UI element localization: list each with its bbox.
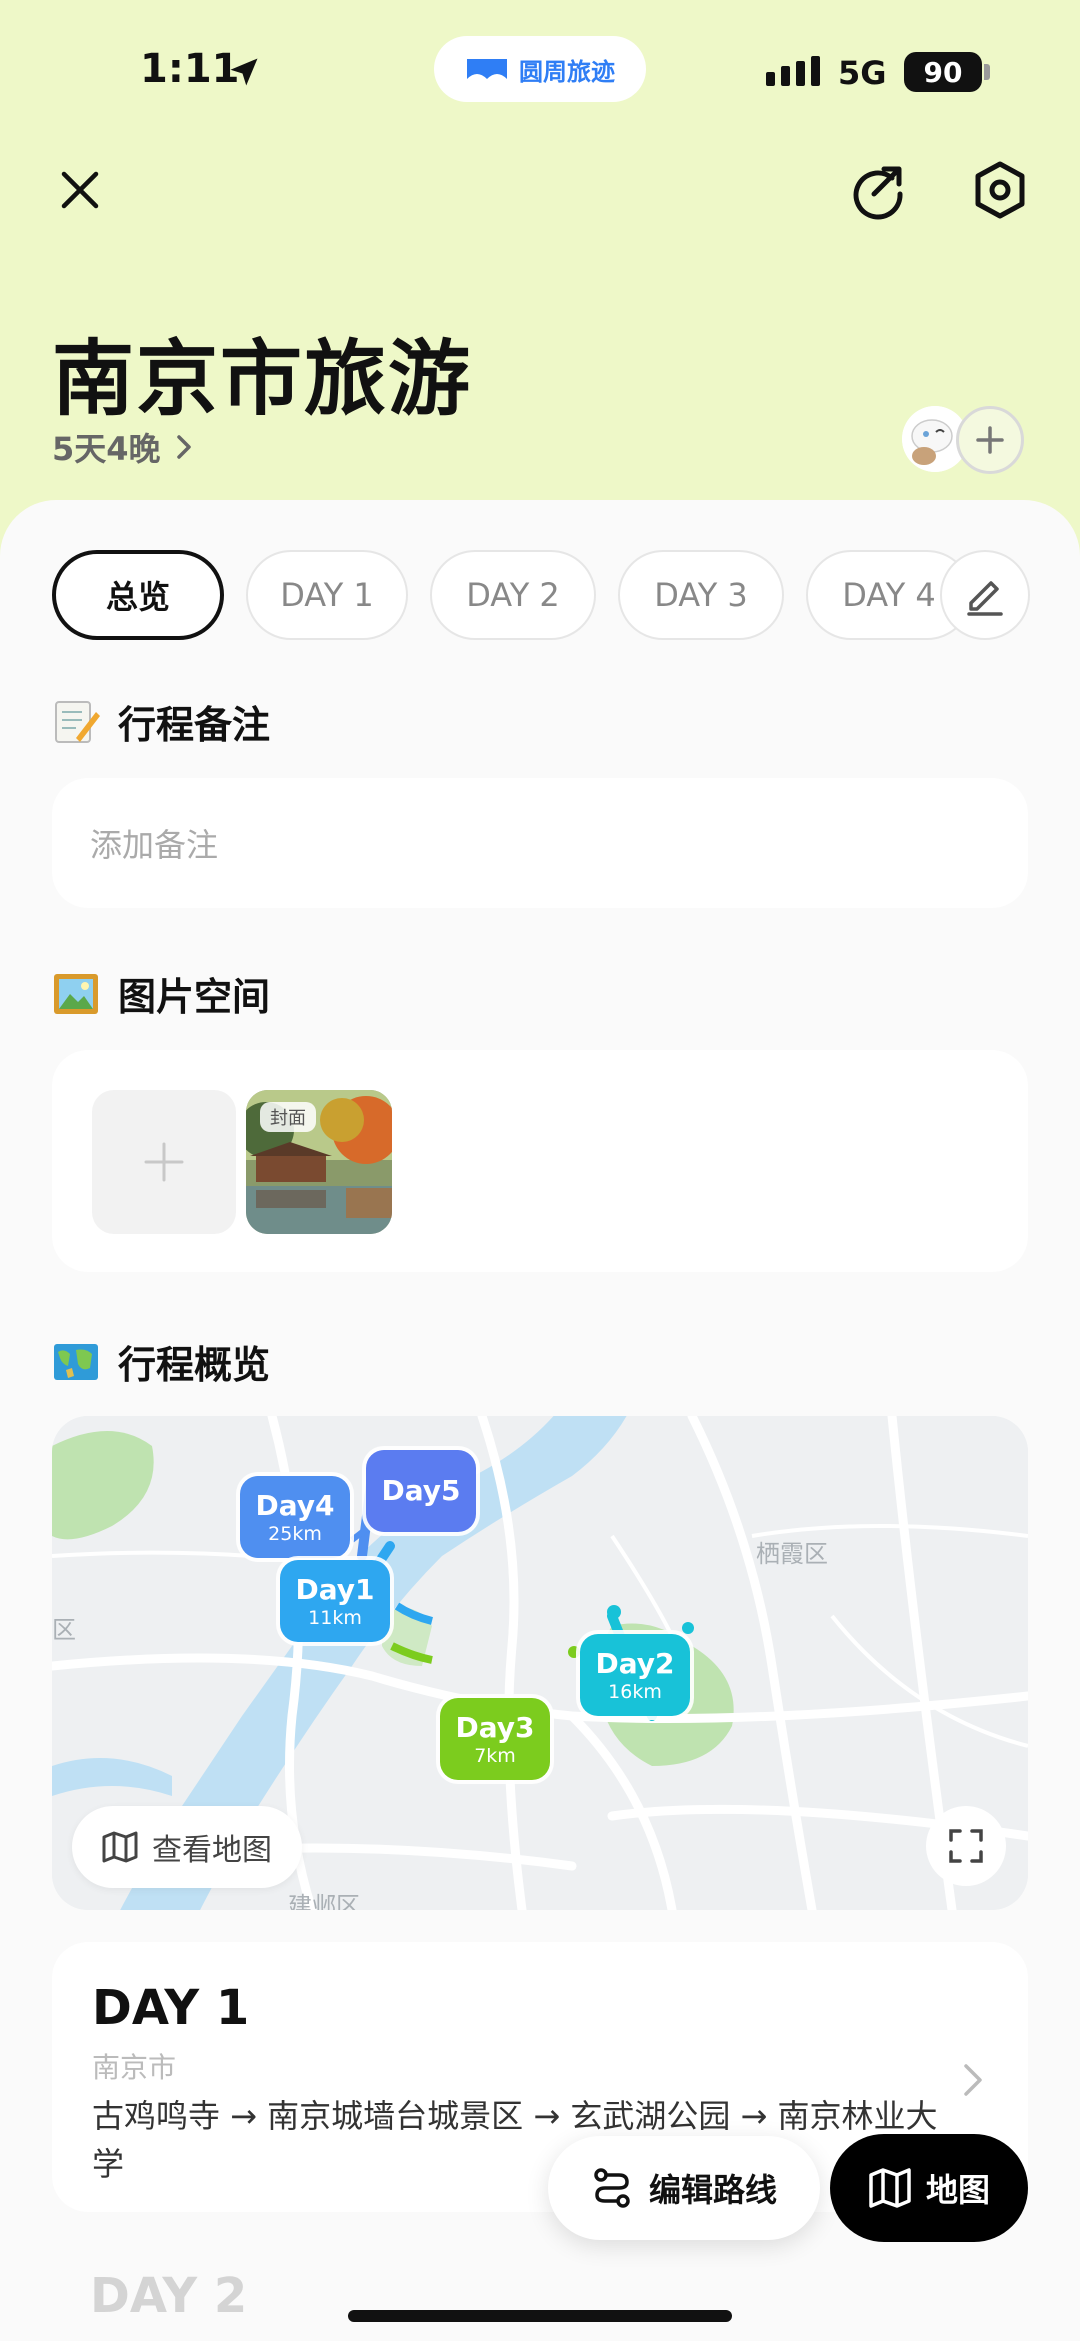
day4-marker-name: Day4	[255, 1489, 335, 1522]
next-day-title: DAY 2	[90, 2268, 248, 2324]
plus-icon	[144, 1142, 184, 1182]
cover-tag: 封面	[260, 1102, 316, 1132]
memo-icon	[55, 700, 100, 743]
map-label-district: 区	[52, 1616, 76, 1644]
duration-label: 5天4晚	[52, 430, 161, 468]
location-arrow-icon	[230, 58, 258, 86]
day3-marker-distance: 7km	[474, 1745, 516, 1767]
settings-button[interactable]	[960, 150, 1040, 230]
overview-title: 行程概览	[118, 1343, 271, 1387]
app-logo-icon	[467, 59, 507, 79]
day-card-route: 古鸡鸣寺 → 南京城墙台城景区 → 玄武湖公园 → 南京林业大学	[92, 2097, 938, 2183]
day2-marker-distance: 16km	[608, 1681, 662, 1703]
page-title: 南京市旅游	[52, 332, 473, 427]
day2-marker[interactable]: Day2 16km	[580, 1634, 690, 1716]
app-pill-label: 圆周旅迹	[519, 57, 615, 86]
day3-marker-name: Day3	[455, 1711, 535, 1744]
settings-icon	[975, 161, 1025, 219]
plus-icon	[976, 426, 1004, 454]
add-photo-button[interactable]	[92, 1090, 236, 1234]
edit-route-button[interactable]: 编辑路线	[548, 2136, 820, 2240]
battery-level: 90	[923, 55, 963, 89]
share-icon	[853, 166, 903, 220]
world-map-icon	[54, 1343, 98, 1380]
battery-indicator: 90	[904, 52, 982, 92]
view-map-label: 查看地图	[152, 1833, 272, 1868]
day-card-title: DAY 1	[92, 1980, 250, 2036]
day1-marker-name: Day1	[295, 1573, 375, 1606]
status-bar: 1:11 圆周旅迹 5G 90	[0, 0, 1080, 140]
tab-day-3[interactable]: DAY 3	[618, 550, 784, 640]
route-icon	[594, 2168, 630, 2208]
status-time: 1:11	[140, 46, 240, 92]
add-note-field[interactable]: 添加备注	[52, 778, 1028, 908]
photos-title: 图片空间	[118, 975, 271, 1019]
day-card-city: 南京市	[92, 2051, 177, 2084]
trip-duration[interactable]: 5天4晚	[52, 424, 193, 470]
fullscreen-button[interactable]	[926, 1806, 1006, 1886]
tab-overview[interactable]: 总览	[52, 550, 224, 640]
cover-photo[interactable]: 封面	[246, 1090, 392, 1234]
map-button-label: 地图	[925, 2171, 990, 2209]
add-member-button[interactable]	[956, 406, 1024, 474]
day3-marker[interactable]: Day3 7km	[440, 1698, 550, 1780]
fullscreen-icon	[949, 1829, 983, 1863]
photos-section-title: 图片空间	[52, 966, 270, 1021]
day5-marker[interactable]: Day5	[366, 1450, 476, 1532]
note-placeholder: 添加备注	[90, 826, 219, 864]
overview-section-title: 行程概览	[52, 1334, 270, 1389]
chevron-right-icon	[964, 2064, 982, 2096]
signal-icon	[766, 56, 820, 86]
close-icon	[61, 171, 99, 209]
tab-day-1[interactable]: DAY 1	[246, 550, 408, 640]
day2-marker-name: Day2	[595, 1647, 675, 1680]
picture-frame-icon	[54, 973, 98, 1014]
notes-title: 行程备注	[118, 703, 271, 747]
edit-days-button[interactable]	[940, 550, 1030, 640]
map-icon	[102, 1831, 138, 1863]
close-button[interactable]	[40, 150, 120, 230]
notes-section-title: 行程备注	[52, 694, 270, 749]
map-label-qixia: 栖霞区	[756, 1540, 828, 1568]
day4-marker-distance: 25km	[268, 1523, 322, 1545]
day5-marker-name: Day5	[381, 1474, 461, 1507]
day1-marker[interactable]: Day1 11km	[280, 1560, 390, 1642]
map-button[interactable]: 地图	[830, 2134, 1028, 2242]
day4-marker[interactable]: Day4 25km	[240, 1476, 350, 1558]
app-pill[interactable]: 圆周旅迹	[434, 36, 646, 102]
chevron-right-icon	[176, 435, 191, 459]
edit-route-label: 编辑路线	[648, 2171, 777, 2209]
day1-marker-distance: 11km	[308, 1607, 362, 1629]
pencil-icon	[967, 581, 1003, 616]
battery-tip	[984, 64, 990, 80]
overview-map[interactable]: 栖霞区 建邺区 区 Day4 25km Day5 Day1 11km Day2 …	[52, 1416, 1028, 1910]
day-tabs: 总览 DAY 1 DAY 2 DAY 3 DAY 4	[52, 550, 972, 640]
view-map-button[interactable]: 查看地图	[72, 1806, 302, 1888]
tab-day-2[interactable]: DAY 2	[430, 550, 596, 640]
photo-space-card: 封面	[52, 1050, 1028, 1272]
network-label: 5G	[838, 54, 887, 92]
map-icon	[869, 2168, 911, 2208]
map-label-jianye: 建邺区	[288, 1892, 360, 1910]
share-button[interactable]	[838, 150, 918, 230]
home-indicator[interactable]	[348, 2310, 732, 2322]
